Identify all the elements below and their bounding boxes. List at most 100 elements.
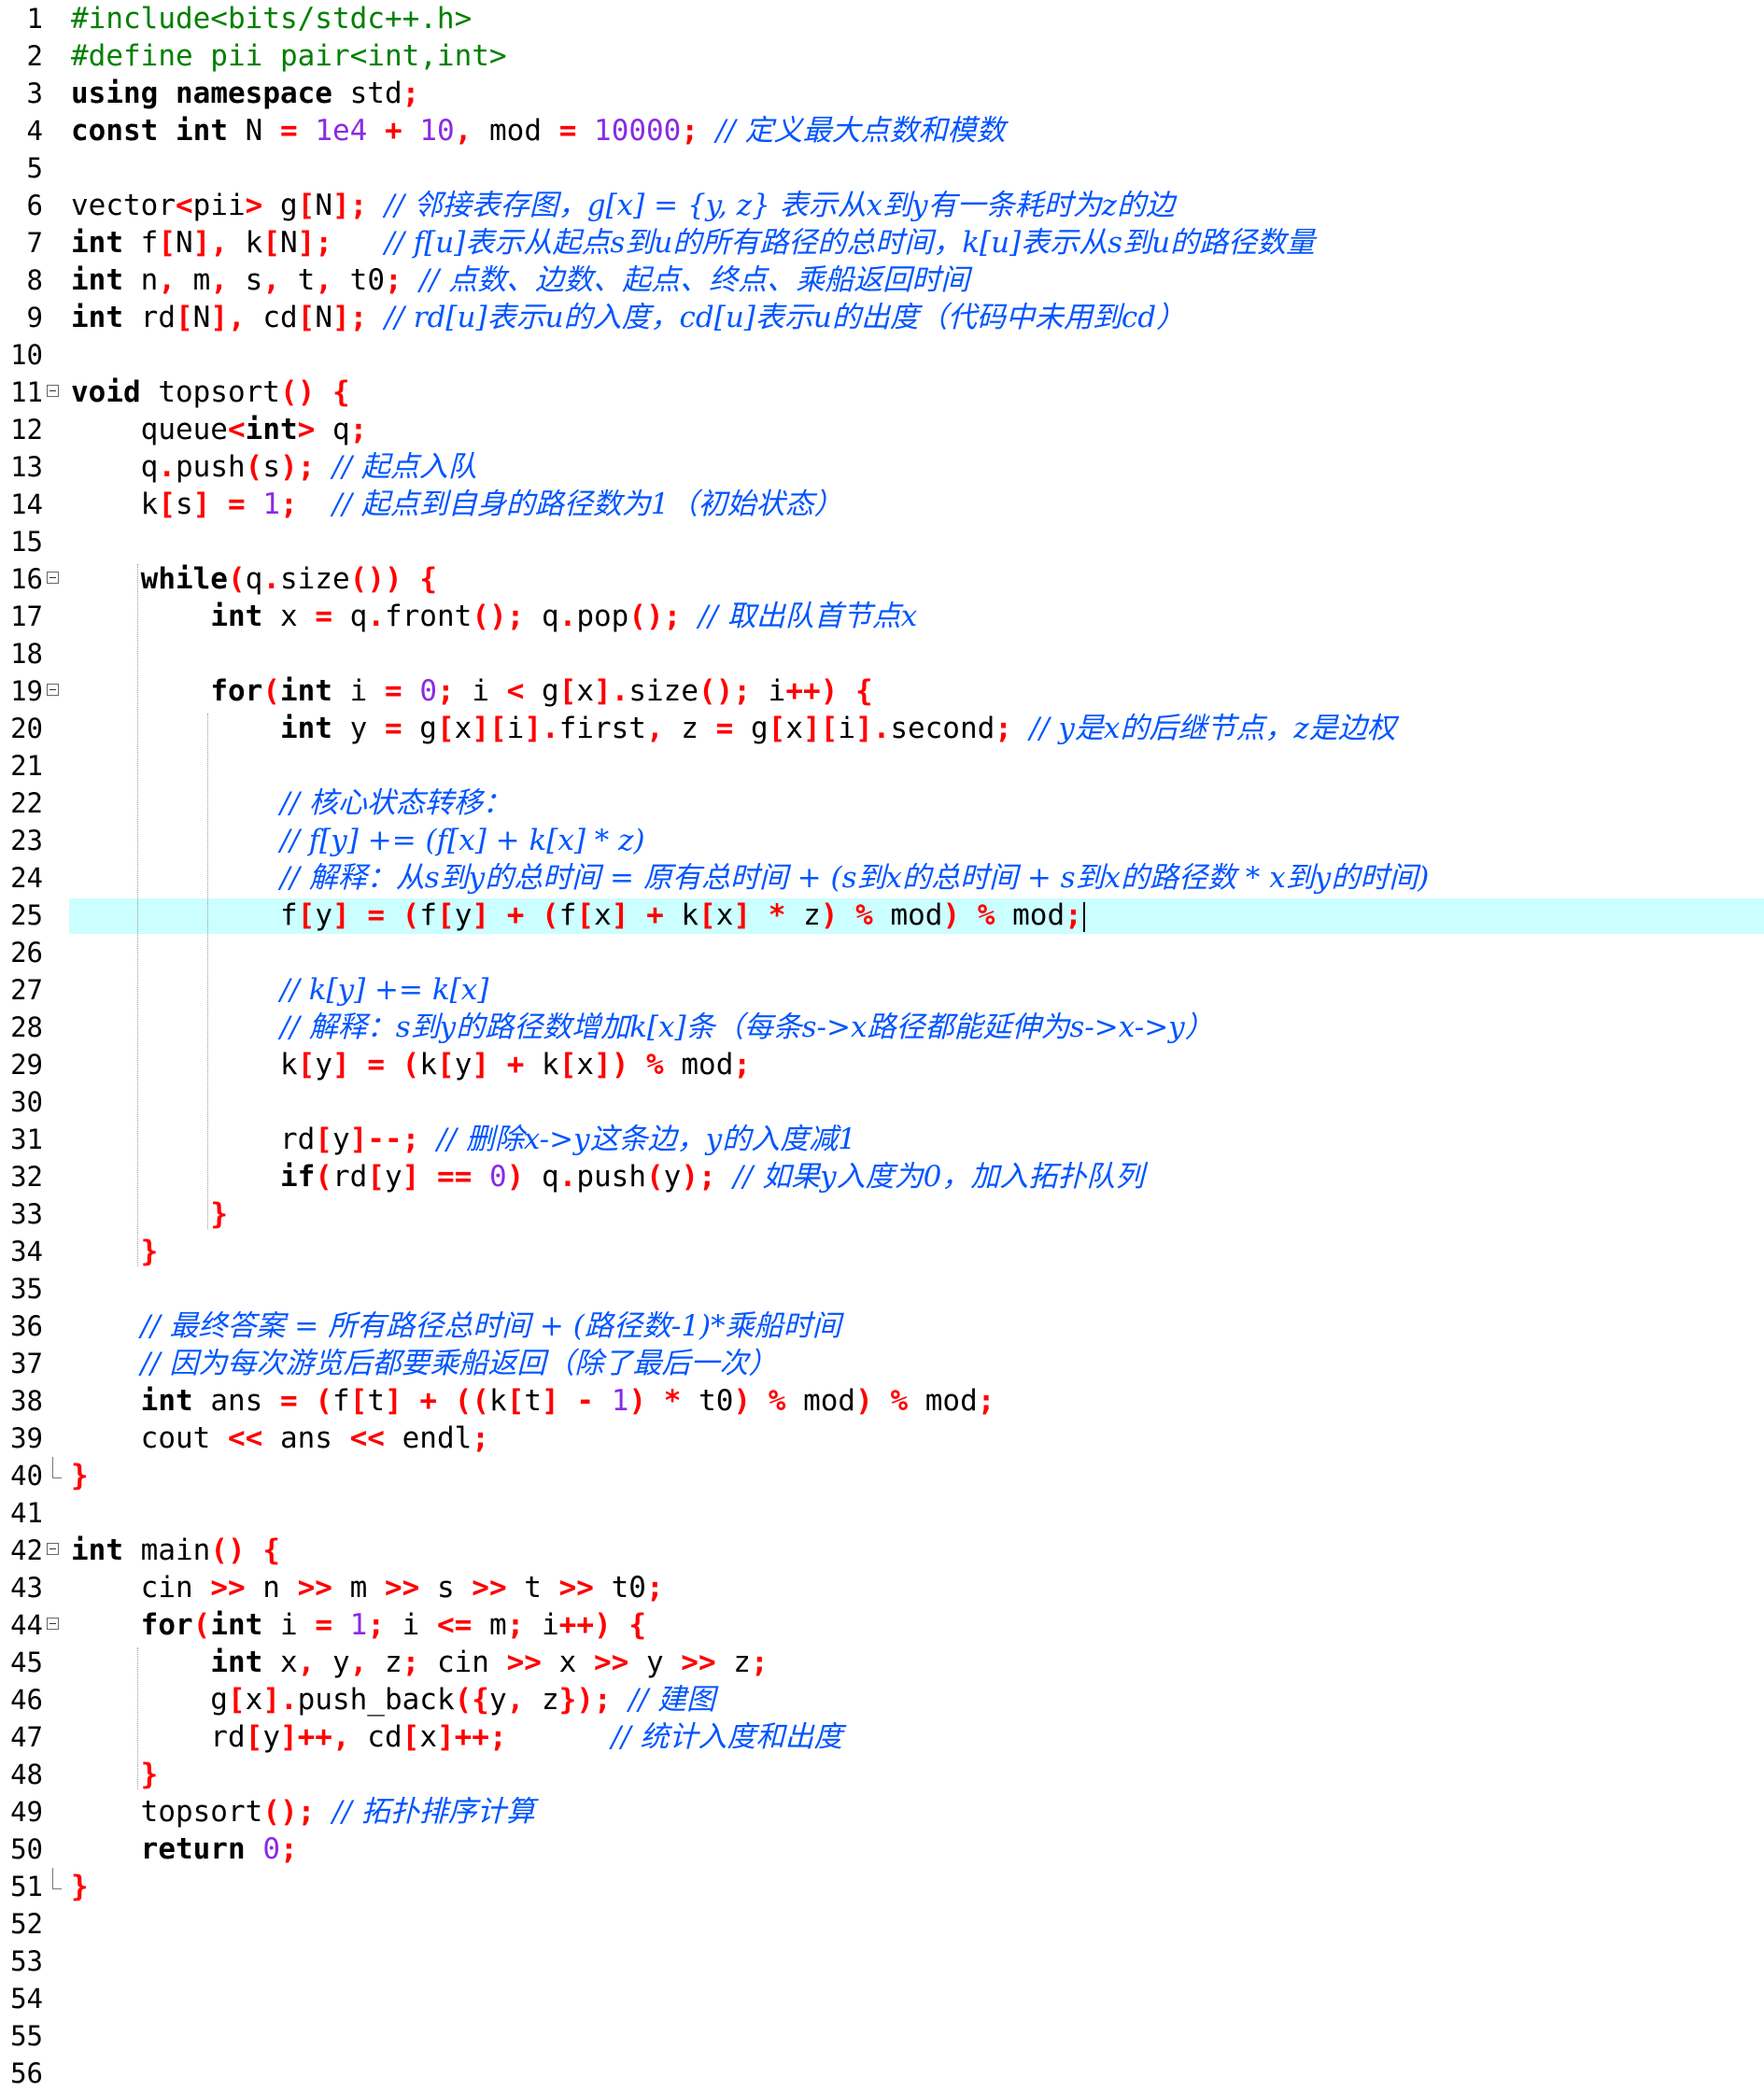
code-line[interactable]: 11 void topsort() { bbox=[0, 374, 1764, 411]
code-line[interactable]: 22 // 核心状态转移： bbox=[0, 784, 1764, 822]
code-line[interactable]: 17 int x = q.front(); q.pop(); // 取出队首节点… bbox=[0, 598, 1764, 635]
code-line[interactable]: 4 const int N = 1e4 + 10, mod = 10000; //… bbox=[0, 112, 1764, 149]
fold-toggle-icon[interactable] bbox=[47, 684, 59, 696]
code-line[interactable]: 46 g[x].push_back({y, z}); // 建图 bbox=[0, 1681, 1764, 1718]
code-line[interactable]: 19 for(int i = 0; i < g[x].size(); i++) … bbox=[0, 672, 1764, 710]
code-editor[interactable]: 1 #include<bits/stdc++.h> 2 #define pii pai… bbox=[0, 0, 1764, 2089]
code-text[interactable]: using namespace std; bbox=[71, 75, 419, 112]
code-text[interactable]: int y = g[x][i].first, z = g[x][i].secon… bbox=[71, 710, 1396, 747]
code-line[interactable]: 9 int rd[N], cd[N]; // rd[u]表示u的入度，cd[u]表… bbox=[0, 299, 1764, 336]
code-line[interactable]: 27 // k[y] += k[x] bbox=[0, 971, 1764, 1009]
code-line[interactable]: 45 int x, y, z; cin >> x >> y >> z; bbox=[0, 1644, 1764, 1681]
code-line[interactable]: 39 cout << ans << endl; bbox=[0, 1420, 1764, 1457]
code-line[interactable]: 52 bbox=[0, 1905, 1764, 1943]
fold-toggle-icon[interactable] bbox=[47, 385, 59, 397]
code-text[interactable]: // k[y] += k[x] bbox=[71, 971, 488, 1009]
code-line[interactable]: 13 q.push(s); // 起点入队 bbox=[0, 448, 1764, 486]
code-line[interactable]: 41 bbox=[0, 1494, 1764, 1532]
code-text[interactable]: #define pii pair<int,int> bbox=[71, 37, 507, 75]
code-line[interactable]: 1 #include<bits/stdc++.h> bbox=[0, 0, 1764, 37]
code-text[interactable]: int main() { bbox=[71, 1532, 280, 1569]
code-text[interactable]: } bbox=[71, 1868, 89, 1905]
code-line[interactable]: 18 bbox=[0, 635, 1764, 672]
code-line[interactable]: 53 bbox=[0, 1943, 1764, 1980]
code-line[interactable]: 29 k[y] = (k[y] + k[x]) % mod; bbox=[0, 1046, 1764, 1083]
code-line[interactable]: 54 bbox=[0, 1980, 1764, 2017]
code-line[interactable]: 56 bbox=[0, 2055, 1764, 2092]
code-line[interactable]: 16 while(q.size()) { bbox=[0, 560, 1764, 598]
code-text[interactable]: vector<pii> g[N]; // 邻接表存图，g[x] = {y, z}… bbox=[71, 187, 1175, 224]
code-line[interactable]: 14 k[s] = 1; // 起点到自身的路径数为1（初始状态） bbox=[0, 486, 1764, 523]
code-line[interactable]: 8 int n, m, s, t, t0; // 点数、边数、起点、终点、乘船返回… bbox=[0, 262, 1764, 299]
code-text[interactable]: int n, m, s, t, t0; // 点数、边数、起点、终点、乘船返回时… bbox=[71, 262, 969, 299]
code-text[interactable]: } bbox=[71, 1195, 228, 1233]
code-line[interactable]: 28 // 解释：s到y的路径数增加k[x]条（每条s->x路径都能延伸为s->… bbox=[0, 1009, 1764, 1046]
code-line[interactable]: 37 // 因为每次游览后都要乘船返回（除了最后一次） bbox=[0, 1345, 1764, 1382]
code-text[interactable]: int x, y, z; cin >> x >> y >> z; bbox=[71, 1644, 768, 1681]
code-text[interactable]: queue<int> q; bbox=[71, 411, 368, 448]
code-line[interactable]: 34 } bbox=[0, 1233, 1764, 1270]
fold-toggle-icon[interactable] bbox=[47, 572, 59, 584]
code-line[interactable]: 44 for(int i = 1; i <= m; i++) { bbox=[0, 1606, 1764, 1644]
code-text[interactable]: for(int i = 1; i <= m; i++) { bbox=[71, 1606, 646, 1644]
code-text[interactable]: // 最终答案 = 所有路径总时间 + (路径数-1)*乘船时间 bbox=[71, 1308, 841, 1345]
code-text[interactable]: g[x].push_back({y, z}); // 建图 bbox=[71, 1681, 715, 1718]
code-text[interactable]: } bbox=[71, 1233, 159, 1270]
code-line[interactable]: 5 bbox=[0, 149, 1764, 187]
code-text[interactable]: // f[y] += (f[x] + k[x] * z) bbox=[71, 822, 645, 859]
code-text[interactable]: // 因为每次游览后都要乘船返回（除了最后一次） bbox=[71, 1345, 778, 1382]
code-text[interactable]: // 解释：从s到y的总时间 = 原有总时间 + (s到x的总时间 + s到x的… bbox=[71, 859, 1429, 897]
fold-toggle-icon[interactable] bbox=[47, 1543, 59, 1555]
code-text[interactable]: while(q.size()) { bbox=[71, 560, 437, 598]
code-line[interactable]: 2 #define pii pair<int,int> bbox=[0, 37, 1764, 75]
code-text[interactable]: int rd[N], cd[N]; // rd[u]表示u的入度，cd[u]表示… bbox=[71, 299, 1185, 336]
code-text[interactable]: if(rd[y] == 0) q.push(y); // 如果y入度为0，加入拓… bbox=[71, 1158, 1144, 1195]
code-line[interactable]: 35 bbox=[0, 1270, 1764, 1308]
code-text[interactable]: k[s] = 1; // 起点到自身的路径数为1（初始状态） bbox=[71, 486, 843, 523]
code-line[interactable]: 3 using namespace std; bbox=[0, 75, 1764, 112]
code-line[interactable]: 25 f[y] = (f[y] + (f[x] + k[x] * z) % mo… bbox=[0, 897, 1764, 934]
code-line[interactable]: 23 // f[y] += (f[x] + k[x] * z) bbox=[0, 822, 1764, 859]
code-line[interactable]: 33 } bbox=[0, 1195, 1764, 1233]
code-line[interactable]: 20 int y = g[x][i].first, z = g[x][i].se… bbox=[0, 710, 1764, 747]
code-text[interactable]: int ans = (f[t] + ((k[t] - 1) * t0) % mo… bbox=[71, 1382, 995, 1420]
code-line[interactable]: 49 topsort(); // 拓扑排序计算 bbox=[0, 1793, 1764, 1830]
code-text[interactable]: } bbox=[71, 1457, 89, 1494]
code-line[interactable]: 10 bbox=[0, 336, 1764, 374]
code-text[interactable]: rd[y]--; // 删除x->y这条边，y的入度减1 bbox=[71, 1121, 856, 1158]
code-text[interactable]: #include<bits/stdc++.h> bbox=[71, 0, 472, 37]
code-text[interactable]: q.push(s); // 起点入队 bbox=[71, 448, 477, 486]
code-line[interactable]: 31 rd[y]--; // 删除x->y这条边，y的入度减1 bbox=[0, 1121, 1764, 1158]
code-text[interactable]: cin >> n >> m >> s >> t >> t0; bbox=[71, 1569, 664, 1606]
code-text[interactable]: void topsort() { bbox=[71, 374, 350, 411]
code-text[interactable]: k[y] = (k[y] + k[x]) % mod; bbox=[71, 1046, 751, 1083]
code-text[interactable]: f[y] = (f[y] + (f[x] + k[x] * z) % mod) … bbox=[71, 897, 1085, 934]
code-line[interactable]: 48 } bbox=[0, 1756, 1764, 1793]
code-line[interactable]: 43 cin >> n >> m >> s >> t >> t0; bbox=[0, 1569, 1764, 1606]
code-line[interactable]: 24 // 解释：从s到y的总时间 = 原有总时间 + (s到x的总时间 + s… bbox=[0, 859, 1764, 897]
code-line[interactable]: 32 if(rd[y] == 0) q.push(y); // 如果y入度为0，… bbox=[0, 1158, 1764, 1195]
code-line[interactable]: 50 return 0; bbox=[0, 1830, 1764, 1868]
code-line[interactable]: 40} bbox=[0, 1457, 1764, 1494]
code-line[interactable]: 30 bbox=[0, 1083, 1764, 1121]
code-line[interactable]: 42 int main() { bbox=[0, 1532, 1764, 1569]
code-text[interactable]: return 0; bbox=[71, 1830, 298, 1868]
code-line[interactable]: 36 // 最终答案 = 所有路径总时间 + (路径数-1)*乘船时间 bbox=[0, 1308, 1764, 1345]
code-line[interactable]: 21 bbox=[0, 747, 1764, 784]
code-line[interactable]: 7 int f[N], k[N]; // f[u]表示从起点s到u的所有路径的总时… bbox=[0, 224, 1764, 262]
code-line[interactable]: 12 queue<int> q; bbox=[0, 411, 1764, 448]
code-text[interactable]: const int N = 1e4 + 10, mod = 10000; // … bbox=[71, 112, 1005, 149]
code-line[interactable]: 26 bbox=[0, 934, 1764, 971]
code-text[interactable]: rd[y]++, cd[x]++; // 统计入度和出度 bbox=[71, 1718, 842, 1756]
code-text[interactable]: topsort(); // 拓扑排序计算 bbox=[71, 1793, 535, 1830]
code-line[interactable]: 15 bbox=[0, 523, 1764, 560]
code-text[interactable]: cout << ans << endl; bbox=[71, 1420, 489, 1457]
code-line[interactable]: 6 vector<pii> g[N]; // 邻接表存图，g[x] = {y, z… bbox=[0, 187, 1764, 224]
code-line[interactable]: 51} bbox=[0, 1868, 1764, 1905]
code-line[interactable]: 55 bbox=[0, 2017, 1764, 2055]
code-text[interactable]: int f[N], k[N]; // f[u]表示从起点s到u的所有路径的总时间… bbox=[71, 224, 1315, 262]
code-text[interactable]: // 解释：s到y的路径数增加k[x]条（每条s->x路径都能延伸为s->x->… bbox=[71, 1009, 1214, 1046]
code-line[interactable]: 47 rd[y]++, cd[x]++; // 统计入度和出度 bbox=[0, 1718, 1764, 1756]
code-text[interactable]: int x = q.front(); q.pop(); // 取出队首节点x bbox=[71, 598, 917, 635]
fold-toggle-icon[interactable] bbox=[47, 1618, 59, 1630]
